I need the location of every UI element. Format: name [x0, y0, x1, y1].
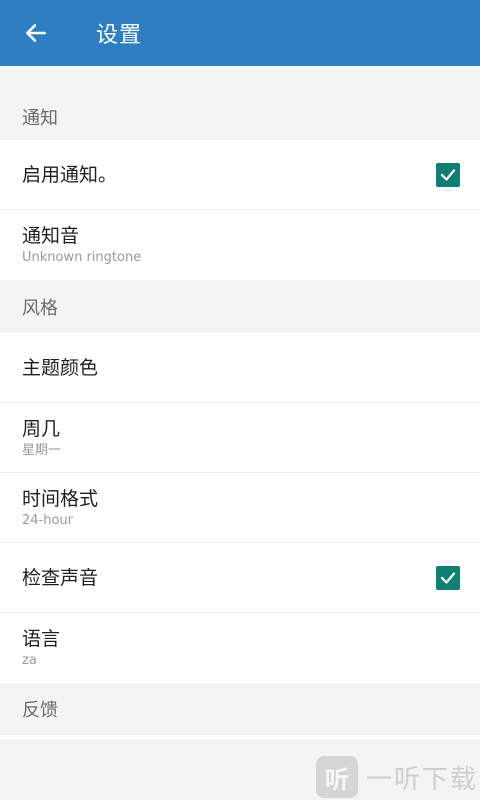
top-gap: [0, 66, 480, 94]
check-icon: [440, 168, 456, 181]
language-item[interactable]: 语言 za: [0, 613, 480, 683]
page-title: 设置: [96, 23, 143, 48]
section-header-feedback: 反馈: [0, 683, 480, 735]
notification-sound-item[interactable]: 通知音 Unknown ringtone: [0, 210, 480, 280]
week-start-item[interactable]: 周几 星期一: [0, 403, 480, 473]
back-button[interactable]: [0, 0, 72, 66]
time-format-item[interactable]: 时间格式 24-hour: [0, 473, 480, 543]
notification-group: 启用通知。 通知音 Unknown ringtone: [0, 140, 480, 280]
theme-color-item[interactable]: 主题颜色: [0, 333, 480, 403]
watermark-text: 一听下载: [365, 764, 478, 795]
feedback-group-top: [0, 735, 480, 739]
section-header-style: 风格: [0, 280, 480, 333]
notification-sound-value: Unknown ringtone: [22, 250, 142, 265]
language-label: 语言: [22, 628, 61, 650]
enable-notification-item[interactable]: 启用通知。: [0, 140, 480, 210]
check-sound-label: 检查声音: [22, 566, 99, 589]
check-icon: [440, 571, 456, 584]
app-bar: 设置: [0, 0, 480, 66]
arrow-left-icon: [26, 24, 46, 42]
notification-sound-label: 通知音: [22, 225, 80, 247]
time-format-label: 时间格式: [22, 487, 99, 510]
enable-notification-checkbox[interactable]: [436, 162, 460, 187]
watermark: 听 一听下载: [315, 754, 478, 800]
check-sound-item[interactable]: 检查声音: [0, 543, 480, 613]
theme-color-label: 主题颜色: [22, 356, 99, 379]
week-start-label: 周几: [22, 417, 61, 440]
watermark-logo: 听: [315, 756, 358, 798]
language-value: za: [22, 653, 37, 668]
enable-notification-label: 启用通知。: [22, 163, 118, 186]
time-format-value: 24-hour: [22, 512, 74, 528]
section-header-notification: 通知: [0, 94, 480, 140]
check-sound-checkbox[interactable]: [436, 565, 460, 590]
style-group: 主题颜色 周几 星期一 时间格式 24-hour 检查声音 语言 za: [0, 333, 480, 683]
week-start-value: 星期一: [22, 442, 62, 458]
